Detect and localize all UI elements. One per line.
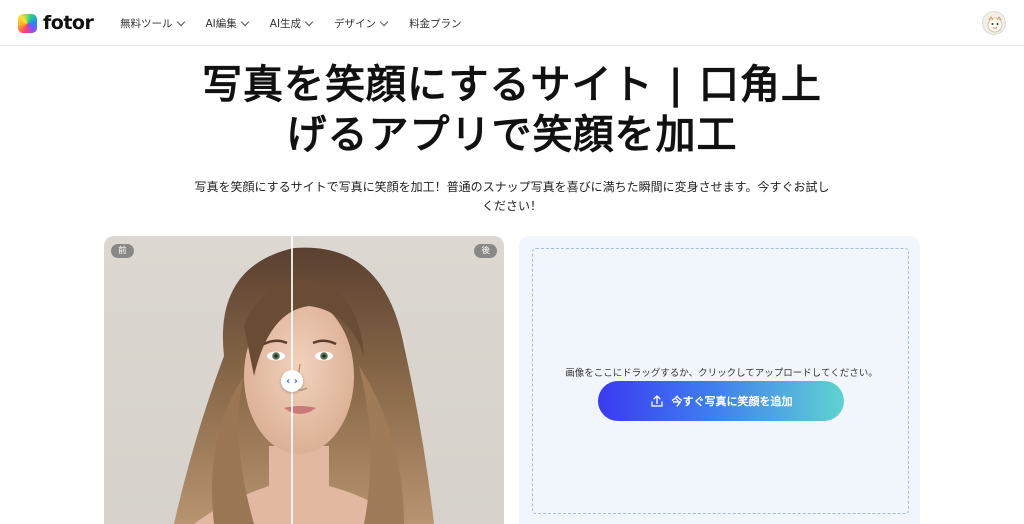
title-line-2: げるアプリで笑顔を加工 (286, 112, 738, 158)
upload-card: 画像をここにドラッグするか、クリックしてアップロードしてください。 今すぐ写真に… (519, 236, 920, 524)
upload-icon (650, 395, 663, 407)
page-title: 写真を笑顔にするサイト | 口角上 げるアプリで笑顔を加工 (0, 60, 1024, 160)
nav-item-ai-edit[interactable]: AI編集 (205, 16, 250, 31)
nav-label: 料金プラン (409, 17, 462, 30)
nav-label: 無料ツール (120, 17, 173, 30)
chevron-down-icon (176, 17, 185, 26)
chevron-down-icon (304, 17, 314, 26)
nav-label: デザイン (334, 17, 377, 30)
nav-item-free-tools[interactable]: 無料ツール (120, 16, 185, 31)
avatar[interactable] (982, 11, 1006, 35)
nav-item-ai-generate[interactable]: AI生成 (269, 16, 314, 31)
fotor-logo[interactable]: fotor (18, 12, 94, 34)
title-line-1: 写真を笑顔にするサイト | 口角上 (202, 62, 822, 108)
top-header: fotor 無料ツール AI編集 AI生成 デザイン 料金プラン (0, 0, 1024, 46)
compare-slider-handle[interactable]: ‹ › (281, 370, 303, 392)
logo-icon (18, 13, 37, 33)
nav-item-pricing[interactable]: 料金プラン (409, 16, 462, 31)
before-after-comparison[interactable]: 前 後 ‹ › (104, 236, 504, 524)
upload-hint: 画像をここにドラッグするか、クリックしてアップロードしてください。 (565, 368, 878, 379)
arrows-left-right-icon: ‹ › (286, 375, 298, 387)
page-subtitle: 写真を笑顔にするサイトで写真に笑顔を加工！普通のスナップ写真を喜びに満ちた瞬間に… (194, 180, 830, 213)
upload-button-label: 今すぐ写真に笑顔を追加 (671, 395, 793, 408)
nav-label: AI生成 (269, 17, 302, 30)
avatar-image (987, 16, 1003, 33)
main-nav: 無料ツール AI編集 AI生成 デザイン 料金プラン (120, 0, 484, 46)
upload-button[interactable]: 今すぐ写真に笑顔を追加 (598, 381, 844, 421)
after-label: 後 (474, 244, 497, 258)
logo-text: fotor (43, 12, 94, 34)
portrait-photo (174, 247, 434, 524)
nav-label: AI編集 (205, 17, 237, 30)
upload-dropzone[interactable]: 画像をここにドラッグするか、クリックしてアップロードしてください。 今すぐ写真に… (532, 248, 909, 514)
chevron-down-icon (240, 17, 250, 26)
chevron-down-icon (379, 17, 389, 26)
before-label: 前 (111, 244, 134, 258)
nav-item-design[interactable]: デザイン (334, 16, 389, 31)
